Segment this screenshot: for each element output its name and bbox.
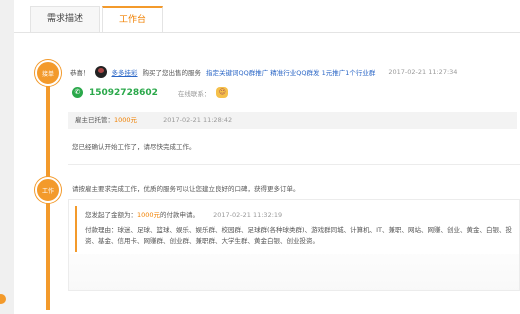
service-name-link[interactable]: 指定关键词QQ群推广 精准行业QQ群发 1元推广1个行业群 — [206, 67, 375, 77]
tab-underline — [14, 32, 520, 33]
escrow-time: 2017-02-21 11:28:42 — [163, 116, 233, 124]
online-contact-label: 在线联系： — [177, 89, 211, 98]
payment-box: 您发起了金额为：1000元的付款申请。 2017-02-21 11:32:19 … — [68, 199, 520, 291]
tab-requirements[interactable]: 需求描述 — [30, 6, 101, 32]
section-divider — [68, 164, 520, 165]
confirm-text: 您已经确认开始工作了，请尽快完成工作。 — [72, 143, 196, 151]
contact-row: ✆ 15092728602 在线联系： ☺ — [72, 87, 229, 98]
chat-icon[interactable]: ☺ — [216, 87, 229, 98]
order-notice: 恭喜！ 多多挂彩 购买了您出售的服务 指定关键词QQ群推广 精准行业QQ群发 1… — [70, 66, 457, 78]
payment-request: 您发起了金额为：1000元的付款申请。 2017-02-21 11:32:19 … — [75, 206, 519, 252]
escrow-box: 雇主已托管：1000元 2017-02-21 11:28:42 — [68, 112, 517, 129]
payment-line: 您发起了金额为：1000元的付款申请。 2017-02-21 11:32:19 — [85, 209, 282, 219]
work-tip: 请按雇主要求完成工作，优质的服务可以让您建立良好的口碑，获得更多订单。 — [72, 185, 300, 193]
payment-time: 2017-02-21 11:32:19 — [213, 211, 283, 219]
phone-number: 15092728602 — [89, 87, 158, 98]
escrow-label: 雇主已托管： — [75, 116, 114, 124]
order-time: 2017-02-21 11:27:34 — [388, 68, 458, 76]
payment-footer-area — [69, 254, 519, 290]
buyer-username-link[interactable]: 多多挂彩 — [112, 67, 138, 77]
workbench-page: 需求描述 工作台 接单 工作 恭喜！ 多多挂彩 购买了您出售的服务 指定关键词Q… — [0, 0, 520, 314]
greeting: 恭喜！ — [70, 69, 90, 77]
phone-icon: ✆ — [72, 87, 83, 98]
tab-bar: 需求描述 工作台 — [30, 6, 164, 33]
timeline-end-dot — [0, 294, 6, 304]
payment-amount: 1000元 — [137, 211, 161, 219]
payment-reason: 付款理由：球迷、足球、篮球、娱乐、娱乐群、校园群、足球群(各种球类群)、游戏群同… — [85, 226, 512, 245]
payment-prefix: 您发起了金额为： — [85, 211, 137, 219]
timeline-step-accept: 接单 — [35, 60, 61, 86]
left-scroll-gutter — [0, 0, 14, 314]
escrow-amount: 1000元 — [114, 116, 138, 124]
bought-text: 购买了您出售的服务 — [142, 69, 202, 77]
timeline-step-work: 工作 — [35, 177, 61, 203]
user-avatar[interactable] — [94, 66, 107, 78]
payment-suffix: 的付款申请。 — [160, 211, 200, 219]
tab-workbench[interactable]: 工作台 — [102, 6, 164, 33]
